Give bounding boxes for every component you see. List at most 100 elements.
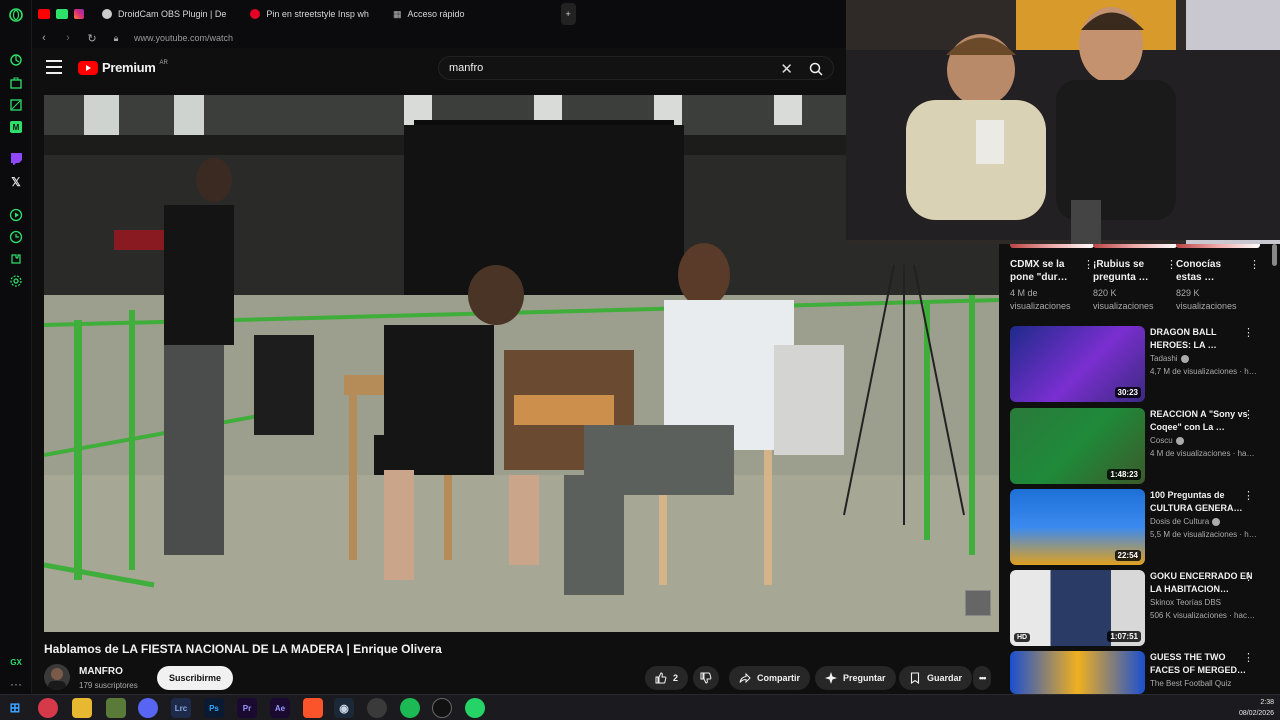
recommendation-views: 4,7 M de visualizaciones · h…	[1150, 367, 1257, 376]
steam-icon[interactable]: ◉	[334, 698, 354, 718]
opera-gx-logo-icon[interactable]	[8, 7, 24, 23]
short-item[interactable]: ¡Rubius se pregunta … 820 K visualizacio…	[1093, 244, 1177, 313]
short-title: ¡Rubius se pregunta …	[1093, 259, 1149, 283]
whatsapp-icon[interactable]	[465, 698, 485, 718]
video-thumbnail[interactable]	[1010, 651, 1145, 694]
gx-wallet-icon[interactable]	[8, 97, 24, 113]
app-label: Ps	[209, 703, 219, 713]
lightroom-icon[interactable]: Lrc	[171, 698, 191, 718]
app-circle-icon[interactable]	[432, 698, 452, 718]
premiere-icon[interactable]: Pr	[237, 698, 257, 718]
gx-mods-icon[interactable]: GX	[8, 654, 24, 670]
recommendation-channel[interactable]: Skinox Teorías DBS	[1150, 598, 1221, 607]
obs-icon[interactable]	[367, 698, 387, 718]
short-thumbnail	[1176, 244, 1260, 248]
recommendation-title[interactable]: DRAGON BALL HEROES: LA …	[1150, 326, 1254, 352]
video-title: Hablamos de LA FIESTA NACIONAL DE LA MAD…	[44, 642, 442, 656]
instagram-tab-icon[interactable]	[74, 9, 84, 19]
like-button[interactable]: 2	[645, 666, 689, 690]
discord-icon[interactable]	[138, 698, 158, 718]
brave-browser-icon[interactable]	[303, 698, 323, 718]
recommendation-channel[interactable]: The Best Football Quiz	[1150, 679, 1231, 688]
ask-button[interactable]: Preguntar	[815, 666, 896, 690]
save-button[interactable]: Guardar	[899, 666, 973, 690]
short-item[interactable]: CDMX se la pone "dur… 4 M de visualizaci…	[1010, 244, 1094, 313]
search-icon[interactable]	[809, 62, 823, 76]
recommendation-item[interactable]: GUESS THE TWO FACES OF MERGED… The Best …	[1010, 651, 1268, 694]
recommendation-item[interactable]: 22:54 100 Preguntas de CULTURA GENERA… D…	[1010, 489, 1268, 565]
hamburger-menu-icon[interactable]	[46, 60, 62, 74]
youtube-premium-logo[interactable]: Premium AR	[78, 60, 168, 75]
file-explorer-icon[interactable]	[72, 698, 92, 718]
channel-watermark-icon[interactable]	[965, 590, 991, 616]
recommendation-title[interactable]: GUESS THE TWO FACES OF MERGED…	[1150, 651, 1254, 677]
recommendation-item[interactable]: 1:48:23 REACCION A "Sony vs Coqee" con L…	[1010, 408, 1268, 484]
minecraft-icon[interactable]	[106, 698, 126, 718]
after-effects-icon[interactable]: Ae	[270, 698, 290, 718]
more-actions-button[interactable]: •••	[973, 666, 992, 690]
more-vert-icon[interactable]: ⋮	[1249, 258, 1260, 271]
spotify-icon[interactable]	[400, 698, 420, 718]
recommendation-views: 4 M de visualizaciones · ha…	[1150, 449, 1255, 458]
more-vert-icon[interactable]: ⋮	[1243, 326, 1254, 339]
url-text[interactable]: www.youtube.com/watch	[134, 33, 233, 43]
player-icon[interactable]	[8, 207, 24, 223]
short-item[interactable]: Conocías estas … 829 K visualizaciones ⋮	[1176, 244, 1260, 313]
video-thumbnail[interactable]: 30:23	[1010, 326, 1145, 402]
save-label: Guardar	[927, 673, 963, 683]
video-thumbnail[interactable]: HD 1:07:51	[1010, 570, 1145, 646]
music-icon[interactable]: M	[8, 119, 24, 135]
avatar-image	[48, 668, 66, 690]
reload-icon[interactable]: ↻	[86, 32, 98, 45]
duration-badge: 22:54	[1114, 550, 1141, 561]
more-vert-icon[interactable]: ⋮	[1243, 408, 1254, 421]
recommendation-item[interactable]: 30:23 DRAGON BALL HEROES: LA … Tadashi 4…	[1010, 326, 1268, 402]
more-vert-icon[interactable]: ⋮	[1243, 489, 1254, 502]
system-clock[interactable]: 2:38 08/02/2026	[1239, 697, 1274, 719]
recommendation-channel[interactable]: Dosis de Cultura	[1150, 517, 1221, 526]
youtube-tab-icon[interactable]	[38, 9, 50, 19]
share-label: Compartir	[757, 673, 801, 683]
photoshop-icon[interactable]: Ps	[204, 698, 224, 718]
windows-start-icon[interactable]: ⊞	[5, 698, 25, 718]
recommendation-title[interactable]: REACCION A "Sony vs Coqee" con La …	[1150, 408, 1254, 434]
subscribe-button[interactable]: Suscribirme	[157, 666, 234, 690]
new-tab-button[interactable]: +	[560, 3, 576, 25]
channel-name[interactable]: MANFRO	[79, 666, 123, 677]
video-thumbnail[interactable]: 1:48:23	[1010, 408, 1145, 484]
forward-arrow-icon[interactable]: ›	[62, 32, 74, 44]
twitch-icon[interactable]	[8, 151, 24, 167]
search-input[interactable]: manfro	[449, 62, 483, 74]
video-thumbnail[interactable]: 22:54	[1010, 489, 1145, 565]
back-arrow-icon[interactable]: ‹	[38, 32, 50, 44]
extensions-icon[interactable]	[8, 251, 24, 267]
scrollbar[interactable]	[1272, 244, 1277, 266]
x-twitter-icon[interactable]: 𝕏	[8, 174, 24, 190]
clear-search-icon[interactable]: ✕	[780, 60, 793, 78]
channel-avatar[interactable]	[44, 664, 70, 690]
opera-gx-taskbar-icon[interactable]	[38, 698, 58, 718]
history-icon[interactable]	[8, 229, 24, 245]
recommendation-title[interactable]: GOKU ENCERRADO EN LA HABITACION…	[1150, 570, 1254, 596]
dislike-button[interactable]	[693, 666, 719, 690]
settings-gear-icon[interactable]	[8, 273, 24, 289]
recommendation-title[interactable]: 100 Preguntas de CULTURA GENERA…	[1150, 489, 1254, 515]
more-dots-icon[interactable]: ···	[8, 676, 24, 692]
more-vert-icon[interactable]: ⋮	[1243, 570, 1254, 583]
gx-control-icon[interactable]	[8, 52, 24, 68]
ask-label: Preguntar	[843, 673, 886, 683]
lock-icon[interactable]: 🔒︎	[110, 33, 122, 44]
audio-tab-icon[interactable]	[56, 9, 68, 19]
share-button[interactable]: Compartir	[729, 666, 811, 690]
verified-check-icon	[1175, 436, 1184, 445]
search-box[interactable]: manfro ✕	[438, 56, 834, 80]
recommendation-channel[interactable]: Tadashi	[1150, 354, 1189, 363]
tab-pinterest[interactable]: Pin en streetstyle Insp wh	[242, 3, 377, 25]
recommendation-channel[interactable]: Coscu	[1150, 436, 1184, 445]
pinned-tabs[interactable]	[36, 3, 86, 25]
tab-speed-dial[interactable]: ▦ Acceso rápido	[385, 3, 473, 25]
gx-corner-icon[interactable]	[8, 75, 24, 91]
recommendation-item[interactable]: HD 1:07:51 GOKU ENCERRADO EN LA HABITACI…	[1010, 570, 1268, 646]
more-vert-icon[interactable]: ⋮	[1243, 651, 1254, 664]
tab-droidcam[interactable]: DroidCam OBS Plugin | De	[94, 3, 234, 25]
